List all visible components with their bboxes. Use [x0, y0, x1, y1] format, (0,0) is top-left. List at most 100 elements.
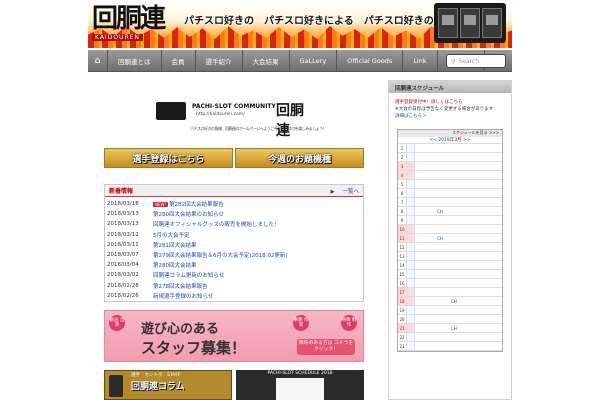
calendar-weekday — [407, 324, 415, 332]
news-link[interactable]: 第280回大会結果 — [153, 261, 197, 269]
calendar-event[interactable] — [415, 243, 502, 251]
apply-button[interactable]: 興味のある方は コチラをクリック！ — [297, 339, 355, 355]
calendar-row: 10 — [398, 225, 502, 234]
main-content: PACHI-SLOT COMMUNITY http://kaidouren.co… — [88, 80, 372, 400]
calendar-weekday — [407, 288, 415, 296]
calendar-weekday — [407, 342, 415, 350]
news-link[interactable]: 回胴連コラム更新のお知らせ — [153, 271, 224, 279]
nav-item-link[interactable]: Link — [403, 49, 438, 72]
calendar-event[interactable] — [415, 279, 502, 287]
news-link[interactable]: 第282回大会結果報告 — [169, 200, 224, 208]
calendar-event[interactable] — [415, 252, 502, 260]
calendar-event[interactable]: CH — [415, 234, 502, 242]
news-link[interactable]: 第280回大会結果のお知らせ — [153, 210, 224, 218]
calendar-weekday — [407, 144, 415, 152]
calendar-event[interactable]: CH — [415, 297, 502, 305]
recruit-headline-1: 遊び心のある — [141, 322, 220, 337]
schedule-title: PACHI-SLOT SCHEDULE 2018 — [267, 371, 333, 376]
prev-month-link[interactable]: << 2018年 — [429, 138, 454, 143]
next-month-link[interactable]: >> — [462, 138, 471, 143]
calendar-event[interactable] — [415, 342, 502, 350]
news-date: 2018/03/18 — [107, 201, 139, 208]
register-banner[interactable]: 選手登録はこちら — [104, 148, 233, 168]
calendar-event[interactable] — [415, 189, 502, 197]
calendar-event[interactable] — [415, 171, 502, 179]
column-banner[interactable]: 選手 カントク STAFF 回胴連コラム — [104, 370, 232, 400]
nav-item-about[interactable]: 回胴連とは — [108, 49, 162, 72]
news-link[interactable]: 第281回大会結果 — [153, 241, 197, 249]
calendar-row: 11 CH — [398, 234, 502, 243]
slot-machine — [482, 8, 502, 38]
calendar-event[interactable] — [415, 198, 502, 206]
calendar-event[interactable] — [415, 225, 502, 233]
calendar-row: 6 — [398, 189, 502, 198]
calendar-event[interactable] — [415, 216, 502, 224]
calendar-day: 11 — [398, 234, 407, 242]
news-item: 2018/03/13 回胴連オフィシャルグッズの販売を開始しました！ — [105, 219, 363, 229]
news-more-link[interactable]: 一覧へ — [331, 187, 359, 195]
calendar-event[interactable]: CH — [415, 324, 502, 332]
nav-item-goods[interactable]: Official Goods — [337, 49, 404, 72]
phone-icon — [109, 375, 123, 397]
calendar-row: 22 — [398, 333, 502, 342]
nav-item-players[interactable]: 選手紹介 — [196, 49, 243, 72]
calendar-top-link[interactable]: スケジュールを見る >>> — [398, 130, 502, 137]
notice-registration[interactable]: 選手登録受付中！詳しくはこちら — [395, 99, 505, 106]
calendar-event[interactable] — [415, 270, 502, 278]
calendar-row: 7 — [398, 198, 502, 207]
calendar-event[interactable] — [415, 153, 502, 161]
schedule-banner[interactable]: PACHI-SLOT SCHEDULE 2018 — [236, 370, 364, 400]
nav-item-results[interactable]: 大会結果 — [243, 49, 290, 72]
calendar-day: 16 — [398, 279, 407, 287]
calendar-day: 21 — [398, 324, 407, 332]
calendar-event[interactable] — [415, 180, 502, 188]
calendar-row: 13 — [398, 252, 502, 261]
calendar-day: 22 — [398, 333, 407, 341]
calendar-weekday — [407, 171, 415, 179]
news-link[interactable]: 第279回大会結果報告＆6月の大会予定(2018.02更新) — [153, 251, 288, 259]
home-icon[interactable]: ⌂ — [88, 49, 108, 72]
search-placeholder: Search — [458, 57, 480, 65]
calendar-day: 4 — [398, 171, 407, 179]
news-date: 2018/03/13 — [107, 211, 139, 218]
schedule-sheet-image — [276, 378, 324, 400]
news-item: 2018/03/02 回胴連コラム更新のお知らせ — [105, 270, 363, 280]
column-roles: 選手 カントク STAFF — [131, 373, 181, 378]
calendar-day: 10 — [398, 225, 407, 233]
search-input[interactable]: ⚲ Search — [446, 54, 506, 68]
site-logo[interactable]: 回胴連 KAIDOUREN — [92, 4, 168, 46]
calendar-weekday — [407, 297, 415, 305]
notice-detail-link[interactable]: 詳細はこちら＞ — [395, 113, 505, 120]
calendar-event[interactable] — [415, 162, 502, 170]
calendar-row: 5 — [398, 180, 502, 189]
calendar-event[interactable] — [415, 144, 502, 152]
staff-recruit-banner[interactable]: 動画 出演 事務 作業 映像 制作 遊び心のある スタッフ募集！ 興味のある方は… — [104, 310, 364, 362]
calendar-row: 20 — [398, 315, 502, 324]
calendar-event[interactable] — [415, 306, 502, 314]
calendar-row: 23 — [398, 342, 502, 351]
news-link[interactable]: 第278回大会結果報告 — [153, 282, 208, 290]
calendar-weekday — [407, 189, 415, 197]
recruit-headline-2: スタッフ募集！ — [141, 339, 247, 357]
news-date: 2018/03/02 — [107, 272, 139, 279]
calendar-event[interactable] — [415, 288, 502, 296]
site-header: 回胴連 KAIDOUREN パチスロ好きの パチスロ好きによる パチスロ好きのた… — [88, 0, 512, 48]
calendar-event[interactable] — [415, 261, 502, 269]
calendar-day: 23 — [398, 342, 407, 350]
sidebar-title: 回胴連スケジュール — [389, 81, 511, 93]
calendar-row: 8 CH — [398, 207, 502, 216]
schedule-calendar: スケジュールを見る >>> << 2018年3月 >> 1 2 3 4 5 6 7 8 CH 9 1… — [397, 129, 503, 352]
calendar-row: 16 — [398, 279, 502, 288]
news-link[interactable]: 新規選手登録のお知らせ — [153, 292, 213, 300]
nav-item-members[interactable]: 会員 — [162, 49, 196, 72]
theme-machine-banner[interactable]: 今週のお題機種 — [235, 148, 364, 168]
nav-item-gallery[interactable]: GaLLery — [290, 49, 338, 72]
calendar-weekday — [407, 315, 415, 323]
calendar-event[interactable] — [415, 315, 502, 323]
news-link[interactable]: 回胴連オフィシャルグッズの販売を開始しました！ — [153, 220, 279, 228]
calendar-event[interactable]: CH — [415, 207, 502, 215]
news-link[interactable]: 5月の大会予定 — [153, 231, 190, 239]
calendar-event[interactable] — [415, 333, 502, 341]
calendar-row: 12 — [398, 243, 502, 252]
calendar-weekday — [407, 279, 415, 287]
